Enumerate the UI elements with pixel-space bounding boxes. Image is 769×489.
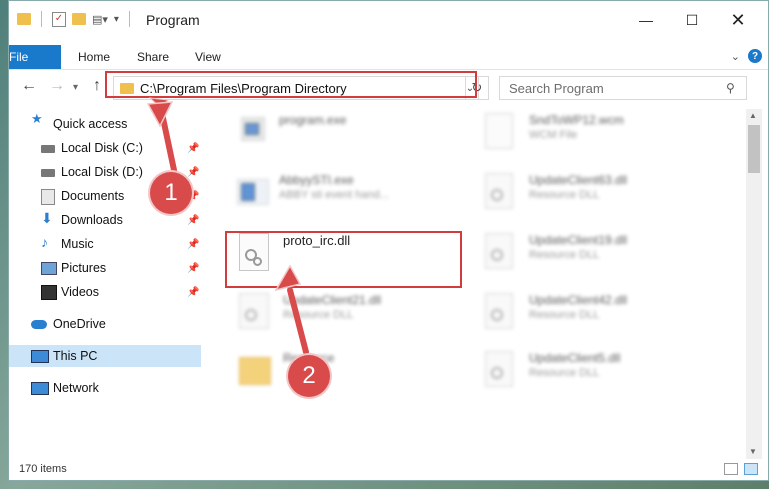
step-2-badge: 2 — [288, 355, 330, 397]
arrow-step-1 — [146, 97, 177, 173]
step-1-badge: 1 — [150, 172, 192, 214]
annotation-arrows — [146, 97, 309, 355]
arrow-step-2 — [274, 264, 309, 355]
